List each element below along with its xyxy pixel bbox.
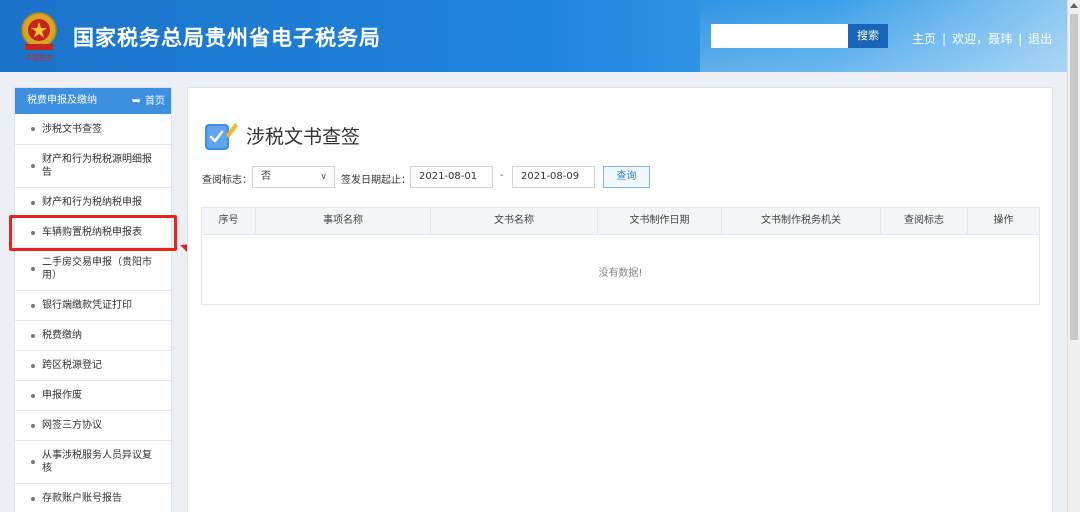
scroll-thumb[interactable] <box>1070 14 1078 340</box>
column-header[interactable]: 文书制作税务机关 <box>722 208 881 234</box>
sidebar-item-label: 税费缴纳 <box>42 330 82 341</box>
main-panel: 涉税文书查签 查阅标志： 否 ∨ 签发日期起止： 2021-08-01 - 20… <box>187 87 1053 512</box>
bullet-dot-icon <box>31 423 35 428</box>
sidebar-item-label: 从事涉税服务人员异议复核 <box>42 450 152 474</box>
column-header[interactable]: 查阅标志 <box>881 208 968 234</box>
top-nav-links: 主页 | 欢迎，聂玮 | 退出 <box>912 30 1052 47</box>
page-scrollbar[interactable] <box>1067 0 1080 512</box>
document-check-icon <box>205 123 238 150</box>
sidebar-item-cross-region-registration[interactable]: 跨区税源登记 <box>15 351 171 381</box>
empty-table-message: 没有数据! <box>598 268 643 279</box>
sidebar-item-label: 二手房交易申报（贵阳市用） <box>42 257 152 281</box>
column-header[interactable]: 文书制作日期 <box>598 208 722 234</box>
bullet-dot-icon <box>31 200 35 205</box>
site-title: 国家税务总局贵州省电子税务局 <box>73 26 381 50</box>
date-range-dash: - <box>500 170 504 181</box>
highlight-box <box>9 215 177 251</box>
search-button[interactable]: 搜索 <box>848 24 888 48</box>
sidebar-item-tax-agent-review[interactable]: 从事涉税服务人员异议复核 <box>15 441 171 484</box>
start-date-input[interactable]: 2021-08-01 <box>410 166 493 188</box>
bullet-dot-icon <box>31 333 35 338</box>
bullet-dot-icon <box>31 496 35 501</box>
logout-link[interactable]: 退出 <box>1028 30 1052 47</box>
sidebar-home-link[interactable]: ➥ 首页 <box>132 88 165 115</box>
page-title: 涉税文书查签 <box>246 126 361 148</box>
bullet-dot-icon <box>31 303 35 308</box>
sidebar-item-deposit-account-report[interactable]: 存款账户账号报告 <box>15 484 171 512</box>
bullet-dot-icon <box>31 127 35 131</box>
bullet-dot-icon <box>31 267 35 271</box>
sidebar-item-second-hand-housing[interactable]: 二手房交易申报（贵阳市用） <box>15 248 171 291</box>
sidebar-heading: 税费申报及缴纳 ➥ 首页 <box>15 88 171 114</box>
column-header[interactable]: 事项名称 <box>256 208 431 234</box>
query-button[interactable]: 查询 <box>603 166 650 188</box>
sidebar-item-document-review[interactable]: 涉税文书查签 <box>15 114 171 145</box>
tax-emblem-icon: 中国税务 <box>21 12 57 62</box>
return-arrow-icon: ➥ <box>131 94 141 107</box>
sidebar-item-tax-payment[interactable]: 税费缴纳 <box>15 321 171 351</box>
nav-separator: | <box>1018 32 1023 46</box>
bullet-dot-icon <box>31 460 35 464</box>
bullet-dot-icon <box>31 363 35 368</box>
sidebar-item-label: 财产和行为税税源明细报告 <box>42 154 152 178</box>
sidebar-item-label: 申报作废 <box>42 390 82 401</box>
review-flag-label: 查阅标志： <box>202 175 252 186</box>
bullet-dot-icon <box>31 164 35 168</box>
site-header: 中国税务 国家税务总局贵州省电子税务局 <box>0 0 1067 72</box>
review-flag-value: 否 <box>261 171 271 182</box>
sidebar-item-label: 涉税文书查签 <box>42 123 102 135</box>
emblem-caption: 中国税务 <box>25 53 53 62</box>
column-header[interactable]: 序号 <box>202 208 256 234</box>
end-date-input[interactable]: 2021-08-09 <box>512 166 595 188</box>
sidebar-item-tripartite-agreement[interactable]: 网签三方协议 <box>15 411 171 441</box>
sidebar-item-label: 财产和行为税纳税申报 <box>42 197 142 208</box>
sidebar-heading-label: 税费申报及缴纳 <box>27 95 97 106</box>
sidebar-item-label: 银行端缴款凭证打印 <box>42 300 132 311</box>
sidebar-item-property-tax-declaration[interactable]: 财产和行为税纳税申报 <box>15 188 171 218</box>
sidebar-item-label: 网签三方协议 <box>42 420 102 431</box>
sidebar-item-property-tax-source-report[interactable]: 财产和行为税税源明细报告 <box>15 145 171 188</box>
welcome-user-link[interactable]: 欢迎，聂玮 <box>952 30 1012 47</box>
sidebar-menu: 税费申报及缴纳 ➥ 首页 涉税文书查签 财产和行为税税源明细报告 财产和行为税纳税… <box>14 87 172 512</box>
home-link[interactable]: 主页 <box>912 30 936 47</box>
issue-date-label: 签发日期起止： <box>341 175 411 186</box>
column-header[interactable]: 操作 <box>968 208 1039 234</box>
review-flag-select[interactable]: 否 ∨ <box>252 166 335 188</box>
nav-separator: | <box>942 32 947 46</box>
sidebar-item-void-declaration[interactable]: 申报作废 <box>15 381 171 411</box>
sidebar-home-label: 首页 <box>145 96 165 107</box>
chevron-down-icon: ∨ <box>320 172 327 182</box>
search-input[interactable] <box>711 24 848 48</box>
column-header[interactable]: 文书名称 <box>431 208 598 234</box>
bullet-dot-icon <box>31 393 35 398</box>
sidebar-item-label: 跨区税源登记 <box>42 360 102 371</box>
document-table: 序号 事项名称 文书名称 文书制作日期 文书制作税务机关 查阅标志 操作 没有数… <box>201 207 1040 305</box>
scroll-up-arrow-icon[interactable] <box>1070 3 1078 8</box>
table-header: 序号 事项名称 文书名称 文书制作日期 文书制作税务机关 查阅标志 操作 <box>202 208 1039 235</box>
sidebar-item-label: 存款账户账号报告 <box>42 493 122 504</box>
sidebar-item-bank-voucher-print[interactable]: 银行端缴款凭证打印 <box>15 291 171 321</box>
